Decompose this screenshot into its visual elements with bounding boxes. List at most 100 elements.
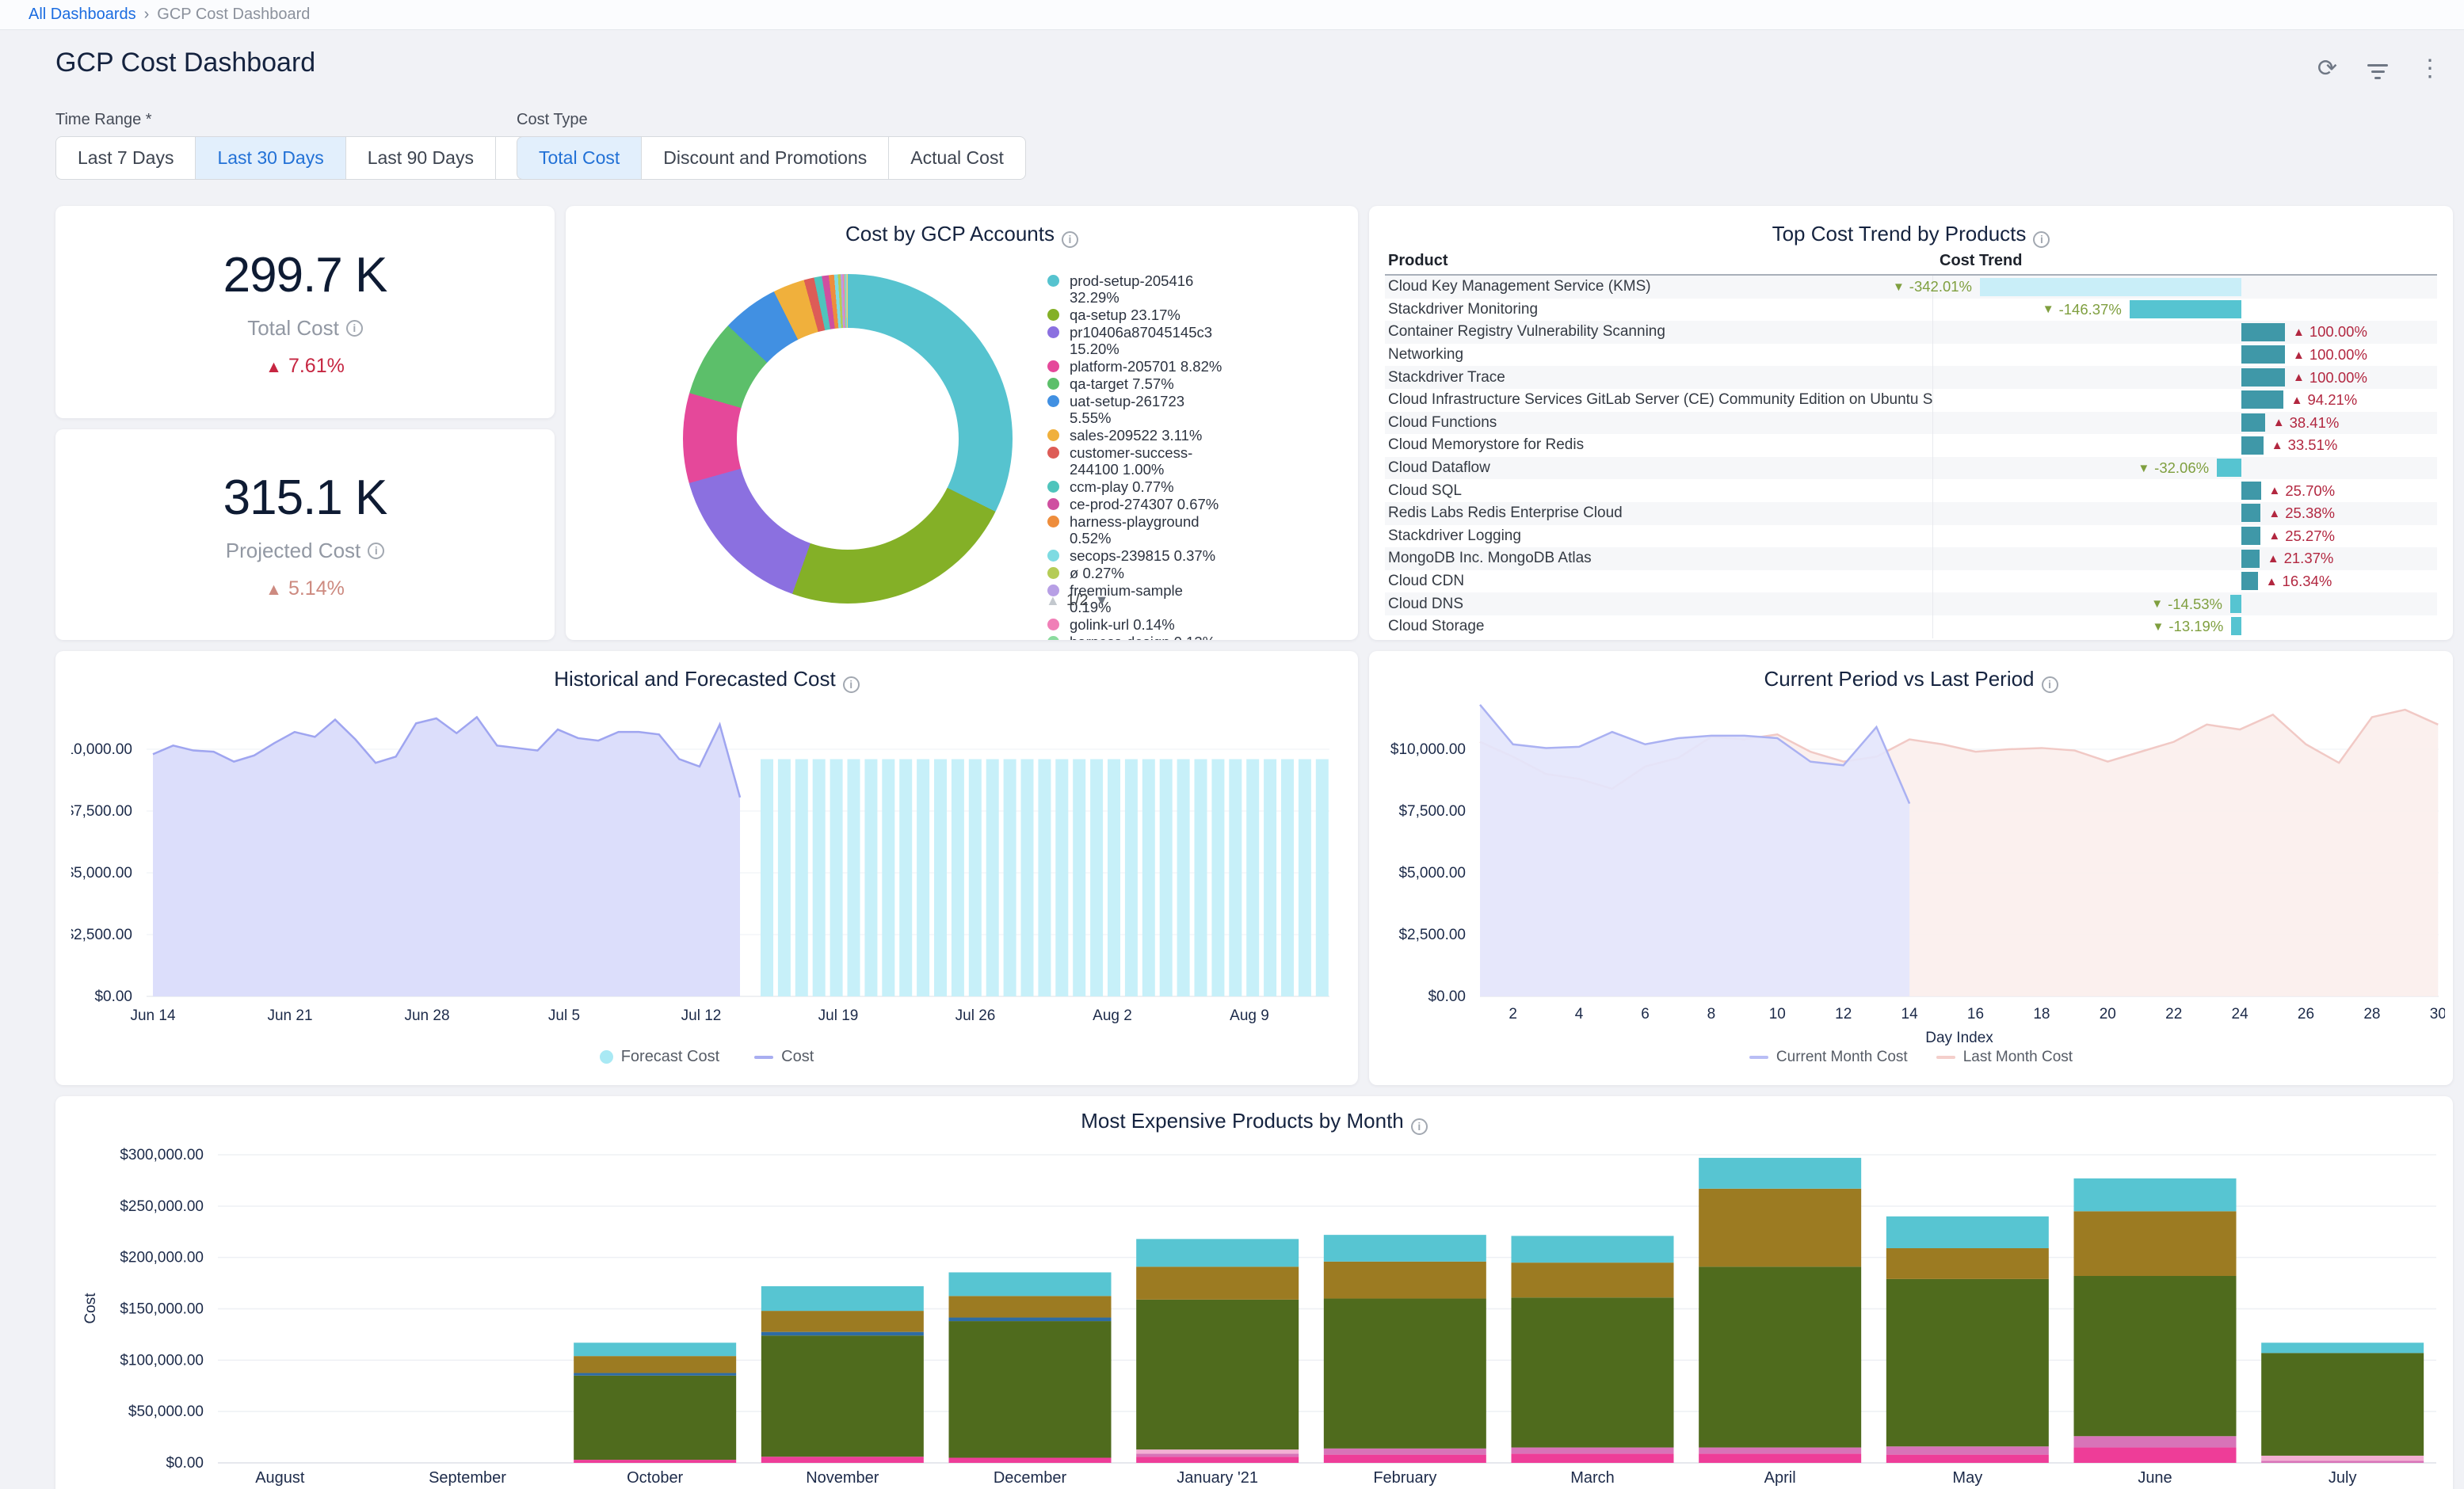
legend-item[interactable]: customer-success-244100 1.00% [1046,444,1226,478]
legend-item[interactable]: golink-url 0.14% [1046,616,1226,633]
legend-item-label: ce-prod-274307 0.67% [1070,496,1219,512]
breadcrumb-link-all-dashboards[interactable]: All Dashboards [29,6,136,24]
info-icon[interactable] [2033,231,2050,248]
table-row[interactable]: Stackdriver Monitoring▼-146.37% [1385,299,2437,322]
legend-item-label: ø 0.27% [1070,565,1124,581]
time-range-option-last-7-days[interactable]: Last 7 Days [55,136,196,180]
info-icon[interactable] [346,320,363,337]
historical-forecast-chart[interactable]: $10,000.00$7,500.00$5,000.00$2,500.00$0.… [71,695,1342,1036]
info-icon[interactable] [1062,231,1078,248]
svg-text:May: May [1952,1469,1982,1487]
table-row[interactable]: Redis Labs Redis Enterprise Cloud▲25.38% [1385,502,2437,525]
table-row[interactable]: Cloud CDN▲16.34% [1385,570,2437,593]
trend-down-icon: ▼ [2138,462,2149,475]
product-cell: Cloud Functions [1385,412,1933,435]
legend-item[interactable]: platform-205701 8.82% [1046,358,1226,375]
svg-text:18: 18 [2033,1006,2050,1022]
info-icon[interactable] [2042,676,2058,693]
legend-item[interactable]: qa-setup 23.17% [1046,307,1226,323]
legend-item[interactable]: ø 0.27% [1046,565,1226,581]
svg-text:4: 4 [1575,1006,1584,1022]
legend-item[interactable]: secops-239815 0.37% [1046,547,1226,564]
legend-item[interactable]: uat-setup-261723 5.55% [1046,393,1226,426]
cost-type-option-total-cost[interactable]: Total Cost [517,136,642,180]
svg-text:$10,000.00: $10,000.00 [71,741,132,758]
table-row[interactable]: MongoDB Inc. MongoDB Atlas▲21.37% [1385,547,2437,570]
table-row[interactable]: Cloud DNS▼-14.53% [1385,592,2437,615]
legend-item[interactable]: prod-setup-205416 32.29% [1046,272,1226,306]
legend-item[interactable]: pr10406a87045145c3 15.20% [1046,324,1226,357]
trend-up-icon: ▲ [2271,439,2283,452]
legend-item[interactable]: ce-prod-274307 0.67% [1046,496,1226,512]
table-row[interactable]: Cloud Memorystore for Redis▲33.51% [1385,434,2437,457]
trend-value-label: ▼-32.06% [2138,457,2209,480]
legend-item: Last Month Cost [1936,1049,2073,1066]
kebab-menu-icon[interactable]: ⋮ [2418,57,2442,81]
product-cell: MongoDB Inc. MongoDB Atlas [1385,547,1933,570]
product-cell: Cloud Infrastructure Services GitLab Ser… [1385,389,1933,412]
chevron-right-icon: › [144,6,150,24]
projected-cost-value: 315.1 K [223,470,387,526]
legend-item[interactable]: qa-target 7.57% [1046,375,1226,392]
svg-text:2: 2 [1509,1006,1517,1022]
trend-bar [2241,572,2258,590]
table-row[interactable]: Networking▲100.00% [1385,344,2437,367]
cost-trend-cell: ▲100.00% [1933,321,2437,344]
legend-dot-icon [1047,447,1059,459]
trend-percent: -14.53% [2168,596,2222,613]
time-range-option-last-30-days[interactable]: Last 30 Days [195,136,345,180]
projected-cost-label: Projected Cost [226,539,385,563]
cost-type-option-discount-and-promotions[interactable]: Discount and Promotions [641,136,889,180]
legend-item-label: Forecast Cost [621,1048,719,1066]
cost-type-option-actual-cost[interactable]: Actual Cost [888,136,1026,180]
filter-icon[interactable] [2367,59,2388,79]
table-row[interactable]: Cloud Storage▼-13.19% [1385,615,2437,638]
table-row[interactable]: Cloud Dataflow ▼-32.06% [1385,457,2437,480]
legend-item-label: ccm-play 0.77% [1070,478,1174,495]
svg-text:12: 12 [1835,1006,1852,1022]
legend-item[interactable]: ccm-play 0.77% [1046,478,1226,495]
refresh-icon[interactable]: ⟳ [2317,57,2337,81]
trend-percent: 100.00% [2310,369,2367,387]
table-row[interactable]: Cloud SQL▲25.70% [1385,479,2437,502]
product-cell: Stackdriver Logging [1385,525,1933,548]
info-icon[interactable] [368,543,384,559]
legend-item-label: pr10406a87045145c3 15.20% [1070,324,1212,357]
info-icon[interactable] [843,676,860,693]
table-row[interactable]: Cloud Infrastructure Services GitLab Ser… [1385,389,2437,412]
svg-text:July: July [2329,1469,2357,1487]
table-row[interactable]: Cloud Key Management Service (KMS)▼-342.… [1385,276,2437,299]
legend-item-label: prod-setup-205416 32.29% [1070,272,1193,306]
page-up-icon[interactable]: ▲ [1046,592,1060,609]
time-range-option-last-90-days[interactable]: Last 90 Days [345,136,496,180]
product-cell: Redis Labs Redis Enterprise Cloud [1385,502,1933,525]
svg-text:$100,000.00: $100,000.00 [120,1352,204,1369]
svg-text:30: 30 [2430,1006,2445,1022]
svg-text:$0.00: $0.00 [1428,988,1466,1005]
legend-item[interactable]: sales-209522 3.11% [1046,427,1226,444]
trend-percent: 25.27% [2285,527,2335,545]
most-expensive-products-chart[interactable]: $300,000.00$250,000.00$200,000.00$150,00… [71,1137,2440,1489]
svg-text:Jul 12: Jul 12 [681,1007,722,1024]
table-row[interactable]: Stackdriver Trace▲100.00% [1385,366,2437,389]
table-row[interactable]: Cloud Functions▲38.41% [1385,412,2437,435]
page-down-icon[interactable]: ▼ [1095,592,1109,609]
info-icon[interactable] [1411,1118,1428,1135]
legend-item[interactable]: harness-playground 0.52% [1046,513,1226,546]
trend-bar [2241,345,2285,364]
cost-type-button-group: Total CostDiscount and PromotionsActual … [517,136,1026,180]
total-cost-label-text: Total Cost [247,316,339,341]
product-cell: Cloud Dataflow [1385,457,1933,480]
legend-dot-icon [1047,550,1059,562]
legend-item[interactable]: harness-design 0.13% [1046,634,1226,640]
current-vs-last-chart[interactable]: $10,000.00$7,500.00$5,000.00$2,500.00$0.… [1377,695,2445,1045]
trend-percent: 100.00% [2310,323,2367,341]
most-expensive-products-card: Most Expensive Products by Month $300,00… [55,1096,2453,1489]
trend-down-icon: ▼ [2151,597,2163,611]
cost-trend-cell: ▲100.00% [1933,344,2437,367]
svg-text:Cost: Cost [82,1293,99,1324]
svg-text:August: August [255,1469,305,1487]
trend-down-icon: ▼ [2043,303,2054,316]
table-row[interactable]: Container Registry Vulnerability Scannin… [1385,321,2437,344]
table-row[interactable]: Stackdriver Logging▲25.27% [1385,525,2437,548]
